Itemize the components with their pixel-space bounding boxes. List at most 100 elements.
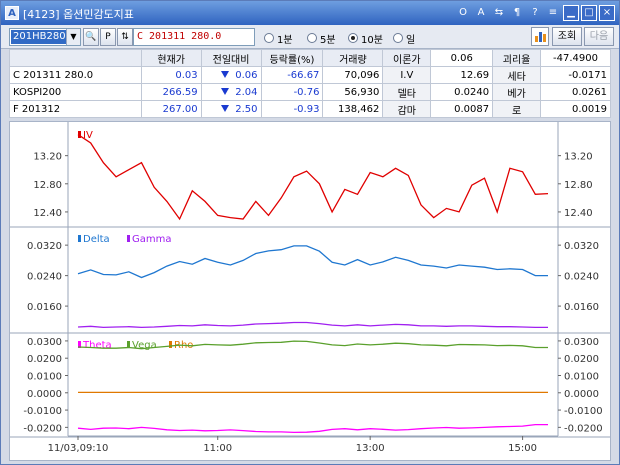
code-stepper[interactable]: ⇅ (117, 28, 133, 46)
volume-cell: 138,462 (322, 100, 384, 118)
question-icon[interactable]: ? (527, 5, 543, 21)
down-triangle-icon (221, 88, 230, 95)
radio-label: 10분 (361, 34, 383, 46)
legend-label: Theta (82, 340, 112, 351)
app-a-icon: A (5, 6, 19, 20)
help-o-icon[interactable]: O (455, 5, 471, 21)
legend-label: Vega (132, 340, 157, 351)
y-tick-label-left: -0.0100 (23, 406, 62, 417)
search-button[interactable]: 🔍 (83, 28, 99, 46)
row-name: F 201312 (9, 100, 142, 118)
y-tick-label-left: 0.0300 (27, 337, 62, 348)
quote-table: 현재가 전일대비 등락률(%) 거래량 이론가 0.06 괴리율 -47.490… (9, 49, 611, 118)
greek-value: -0.0171 (540, 66, 611, 84)
radio-dot (393, 33, 403, 43)
option-code-combo[interactable]: 201HB280 ▼ (9, 28, 81, 46)
greek-value: 0.0261 (540, 83, 611, 101)
price-cell: 266.59 (140, 83, 202, 101)
stepper-icon: ⇅ (121, 32, 129, 42)
y-tick-label-left: 13.20 (33, 152, 62, 163)
change-cell: 0.06 (200, 66, 262, 84)
theoretical-price-value: 0.06 (430, 49, 494, 67)
x-tick-label: 11:00 (203, 443, 232, 454)
y-tick-label-left: 12.40 (33, 208, 62, 219)
search-icon: 🔍 (85, 32, 97, 42)
y-tick-label-left: 0.0160 (27, 302, 62, 313)
header-cell: 전일대비 (200, 49, 262, 67)
row-name: KOSPI200 (9, 83, 142, 101)
query-button[interactable]: 조회 (552, 27, 582, 46)
header-cell: 등락률(%) (260, 49, 324, 67)
list-icon[interactable]: ≡ (545, 5, 561, 21)
legend-swatch (78, 235, 81, 242)
settings-icon[interactable]: ¶ (509, 5, 525, 21)
down-triangle-icon (221, 71, 230, 78)
title-label: 옵션민감도지표 (63, 8, 134, 21)
interval-5min-radio[interactable]: 5분 (307, 31, 336, 46)
x-tick-label: 11/03,09:10 (48, 443, 109, 454)
maximize-icon[interactable]: □ (581, 5, 597, 21)
y-tick-label-right: 0.0320 (564, 241, 599, 252)
greek-value: 0.0019 (540, 100, 611, 118)
rate-cell: -66.67 (260, 66, 324, 84)
greek-label: 델타 (382, 83, 432, 101)
change-value: 2.50 (235, 103, 258, 115)
legend-label: Delta (83, 234, 110, 245)
table-row: C 201311 280.0 0.03 0.06 -66.67 70,096 I… (9, 66, 611, 84)
sensitivity-chart-area[interactable]: 13.20 13.20 12.80 12.80 12.40 12.40 IV 0.0320 0.… (9, 121, 611, 461)
header-cell: 거래량 (322, 49, 384, 67)
rate-cell: -0.93 (260, 100, 324, 118)
font-a-icon[interactable]: A (473, 5, 489, 21)
greek-value: 12.69 (430, 66, 494, 84)
chevron-down-icon[interactable]: ▼ (66, 29, 80, 45)
legend-swatch (169, 341, 172, 348)
disparity-rate-value: -47.4900 (540, 49, 611, 67)
p-button[interactable]: P (100, 28, 116, 46)
sensitivity-chart[interactable]: 13.20 13.2012.80 12.8012.40 12.40IV0.0320 0.… (10, 122, 610, 460)
volume-cell: 56,930 (322, 83, 384, 101)
series-line-iv (77, 134, 549, 221)
y-tick-label-left: 0.0000 (27, 389, 62, 400)
option-name-field: C 201311 280.0 (133, 28, 255, 46)
greek-value: 0.0240 (430, 83, 494, 101)
radio-label: 5분 (320, 34, 336, 46)
y-tick-label-left: 0.0320 (27, 241, 62, 252)
option-code-value[interactable]: 201HB280 (11, 30, 68, 44)
y-tick-label-right: -0.0200 (564, 423, 603, 434)
chart-toggle-button[interactable] (531, 27, 549, 46)
y-tick-label-right: 0.0300 (564, 337, 599, 348)
greek-label: 세타 (492, 66, 542, 84)
next-button[interactable]: 다음 (584, 27, 614, 46)
link-icon[interactable]: ⇆ (491, 5, 507, 21)
radio-dot (264, 33, 274, 43)
option-sensitivity-window: A [4123] 옵션민감도지표 O A ⇆ ¶? ≡ ▁ □ × 201HB280 ▼ 🔍 … (0, 0, 620, 465)
interval-1min-radio[interactable]: 1분 (264, 31, 293, 46)
volume-cell: 70,096 (322, 66, 384, 84)
change-cell: 2.04 (200, 83, 262, 101)
p-icon: P (105, 32, 111, 42)
minimize-icon[interactable]: ▁ (563, 5, 579, 21)
title-bar[interactable]: A [4123] 옵션민감도지표 O A ⇆ ¶? ≡ ▁ □ × (1, 1, 619, 25)
interval-day-radio[interactable]: 일 (393, 31, 416, 46)
legend-label: Gamma (132, 234, 172, 245)
radio-label: 1분 (277, 34, 293, 46)
close-icon[interactable]: × (599, 5, 615, 21)
greek-value: 0.0087 (430, 100, 494, 118)
series-line-delta (77, 245, 548, 279)
legend-swatch (127, 235, 130, 242)
y-tick-label-right: 0.0000 (564, 389, 599, 400)
y-tick-label-right: 0.0160 (564, 302, 599, 313)
y-tick-label-right: 0.0200 (564, 354, 599, 365)
window-title: [4123] 옵션민감도지표 (23, 6, 134, 22)
y-tick-label-right: 0.0100 (564, 371, 599, 382)
radio-label: 일 (406, 34, 416, 46)
interval-10min-radio[interactable]: 10분 (348, 31, 383, 46)
header-cell: 괴리율 (492, 49, 542, 67)
radio-dot (307, 33, 317, 43)
y-tick-label-right: 12.40 (564, 208, 593, 219)
row-name: C 201311 280.0 (9, 66, 142, 84)
down-triangle-icon (221, 105, 230, 112)
price-cell: 0.03 (140, 66, 202, 84)
header-cell: 현재가 (140, 49, 202, 67)
x-tick-label: 13:00 (356, 443, 385, 454)
